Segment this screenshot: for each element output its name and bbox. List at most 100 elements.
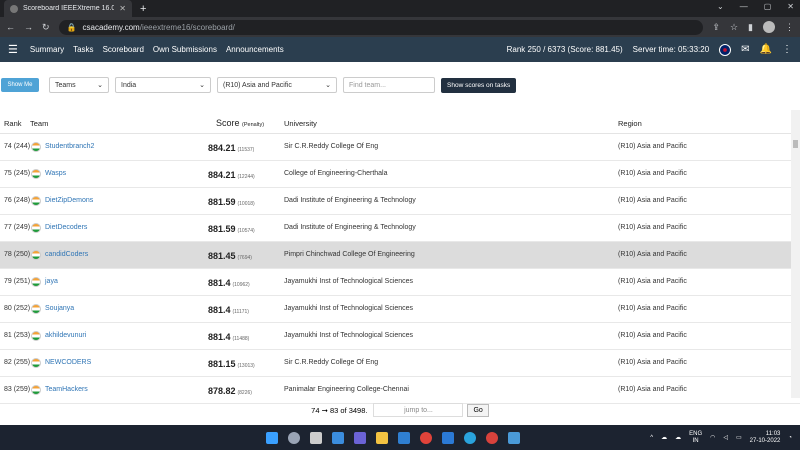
chevron-down-icon[interactable]: ⌄ (717, 2, 724, 11)
rank-summary: Rank 250 / 6373 (Score: 881.45) (506, 45, 623, 54)
close-window-icon[interactable]: ✕ (787, 2, 794, 11)
browser-tabstrip: Scoreboard IEEEXtreme 16.0 ✕ + ⌄ — ▢ ✕ (0, 0, 800, 17)
edge-icon[interactable] (398, 431, 410, 444)
browser-tab[interactable]: Scoreboard IEEEXtreme 16.0 ✕ (4, 0, 132, 17)
row-team-link[interactable]: Studentbranch2 (45, 143, 94, 150)
sidebar-icon[interactable]: ▮ (748, 22, 753, 33)
table-row: 74 (244) Studentbranch2 884.21 (11537) Sir … (0, 134, 800, 161)
chevron-up-icon[interactable]: ^ (650, 435, 653, 441)
language-flag-icon[interactable] (719, 43, 732, 56)
row-region: (R10) Asia and Pacific (618, 197, 687, 204)
header-university[interactable]: University (284, 119, 317, 128)
row-team-link[interactable]: DietDecoders (45, 224, 87, 231)
bookmark-star-icon[interactable]: ☆ (730, 22, 738, 33)
language-indicator[interactable]: ENG IN (689, 431, 702, 445)
lang-code: ENG (689, 430, 703, 437)
row-score: 881.59 (10018) (208, 197, 280, 207)
task-view-icon[interactable] (310, 431, 322, 444)
scrollbar-thumb[interactable] (793, 140, 798, 148)
app-icon[interactable] (508, 431, 520, 444)
india-flag-icon (31, 196, 41, 206)
header-region[interactable]: Region (618, 119, 642, 128)
maximize-icon[interactable]: ▢ (764, 2, 772, 11)
share-icon[interactable]: ⇪ (712, 22, 720, 33)
mail-icon[interactable]: ✉ (741, 44, 749, 55)
region-select[interactable]: (R10) Asia and Pacific ⌄ (217, 77, 337, 93)
telegram-icon[interactable] (464, 431, 476, 444)
hamburger-menu-icon[interactable]: ☰ (8, 43, 18, 56)
type-select[interactable]: Teams ⌄ (49, 77, 109, 93)
india-flag-icon (31, 358, 41, 368)
close-tab-icon[interactable]: ✕ (119, 4, 126, 13)
profile-avatar[interactable] (763, 21, 775, 33)
show-me-button[interactable]: Show Me (1, 78, 39, 92)
system-tray: ^ ☁ ☁ ENG IN ◠ ◁ ▭ 11:03 27-10-2022 ◔ (650, 431, 792, 445)
row-region: (R10) Asia and Pacific (618, 332, 687, 339)
row-university: College of Engineering-Cherthala (284, 170, 388, 177)
windows-start-icon[interactable] (266, 431, 278, 444)
chrome-icon[interactable] (420, 431, 432, 444)
forward-icon[interactable]: → (24, 22, 33, 32)
volume-icon[interactable]: ◁ (723, 434, 728, 441)
row-university: Dadi Institute of Engineering & Technolo… (284, 224, 416, 231)
nav-summary[interactable]: Summary (30, 45, 64, 54)
battery-icon[interactable]: ▭ (736, 434, 742, 441)
row-team-link[interactable]: NEWCODERS (45, 359, 91, 366)
minimize-icon[interactable]: — (740, 2, 748, 11)
widgets-icon[interactable] (332, 431, 344, 444)
table-row: 81 (253) akhildevunuri 881.4 (11488) Jayamu… (0, 323, 800, 350)
bell-icon[interactable]: 🔔 (760, 44, 772, 55)
row-team-link[interactable]: DietZipDemons (45, 197, 93, 204)
row-score-value: 884.21 (208, 170, 236, 180)
notifications-icon[interactable]: ◔ (788, 435, 792, 441)
chevron-down-icon: ⌄ (325, 82, 331, 89)
menu-kebab-icon[interactable]: ⋮ (785, 22, 794, 33)
scrollbar[interactable] (791, 110, 800, 398)
row-penalty: (11488) (232, 336, 250, 342)
find-team-input[interactable]: Find team... (343, 77, 435, 93)
row-university: Sir C.R.Reddy College Of Eng (284, 143, 379, 150)
table-header: Rank Team Score (Penalty) University Reg… (0, 108, 800, 134)
row-team-link[interactable]: Wasps (45, 170, 66, 177)
row-score-value: 881.4 (208, 305, 231, 315)
wifi-icon[interactable]: ◠ (710, 434, 715, 441)
header-score[interactable]: Score (Penalty) (216, 118, 264, 128)
row-team-link[interactable]: jaya (45, 278, 58, 285)
row-team-link[interactable]: candidCoders (45, 251, 88, 258)
row-rank: 80 (252) (4, 305, 31, 312)
india-flag-icon (31, 331, 41, 341)
nav-tasks[interactable]: Tasks (73, 45, 93, 54)
nav-own-submissions[interactable]: Own Submissions (153, 45, 217, 54)
cloud-icon[interactable]: ☁ (661, 434, 667, 441)
go-button[interactable]: Go (467, 403, 489, 417)
lock-icon: 🔒 (66, 22, 77, 32)
row-score-value: 881.15 (208, 359, 236, 369)
row-region: (R10) Asia and Pacific (618, 170, 687, 177)
address-bar[interactable]: 🔒 csacademy.com/ieeextreme16/scoreboard/ (58, 19, 704, 35)
file-explorer-icon[interactable] (376, 431, 388, 444)
reload-icon[interactable]: ↻ (42, 22, 50, 33)
row-team-link[interactable]: TeamHackers (45, 386, 88, 393)
more-vertical-icon[interactable]: ⋮ (782, 44, 792, 55)
chat-icon[interactable] (354, 431, 366, 444)
show-scores-button[interactable]: Show scores on tasks (441, 77, 517, 93)
row-score: 884.21 (11537) (208, 143, 280, 153)
country-select[interactable]: India ⌄ (115, 77, 211, 93)
clock[interactable]: 11:03 27-10-2022 (750, 431, 781, 445)
back-icon[interactable]: ← (6, 22, 15, 32)
india-flag-icon (31, 250, 41, 260)
search-icon[interactable] (288, 431, 300, 444)
row-team-link[interactable]: Soujanya (45, 305, 74, 312)
india-flag-icon (31, 304, 41, 314)
jump-to-input[interactable]: jump to... (373, 403, 464, 417)
onedrive-icon[interactable]: ☁ (675, 434, 681, 441)
header-team[interactable]: Team (30, 119, 48, 128)
new-tab-icon[interactable]: + (140, 3, 146, 15)
header-rank[interactable]: Rank (4, 119, 22, 128)
server-time: Server time: 05:33:20 (632, 45, 710, 54)
vscode-icon[interactable] (442, 431, 454, 444)
row-team-link[interactable]: akhildevunuri (45, 332, 86, 339)
nav-announcements[interactable]: Announcements (226, 45, 284, 54)
nav-scoreboard[interactable]: Scoreboard (103, 45, 144, 54)
chrome-active-icon[interactable] (486, 431, 498, 444)
